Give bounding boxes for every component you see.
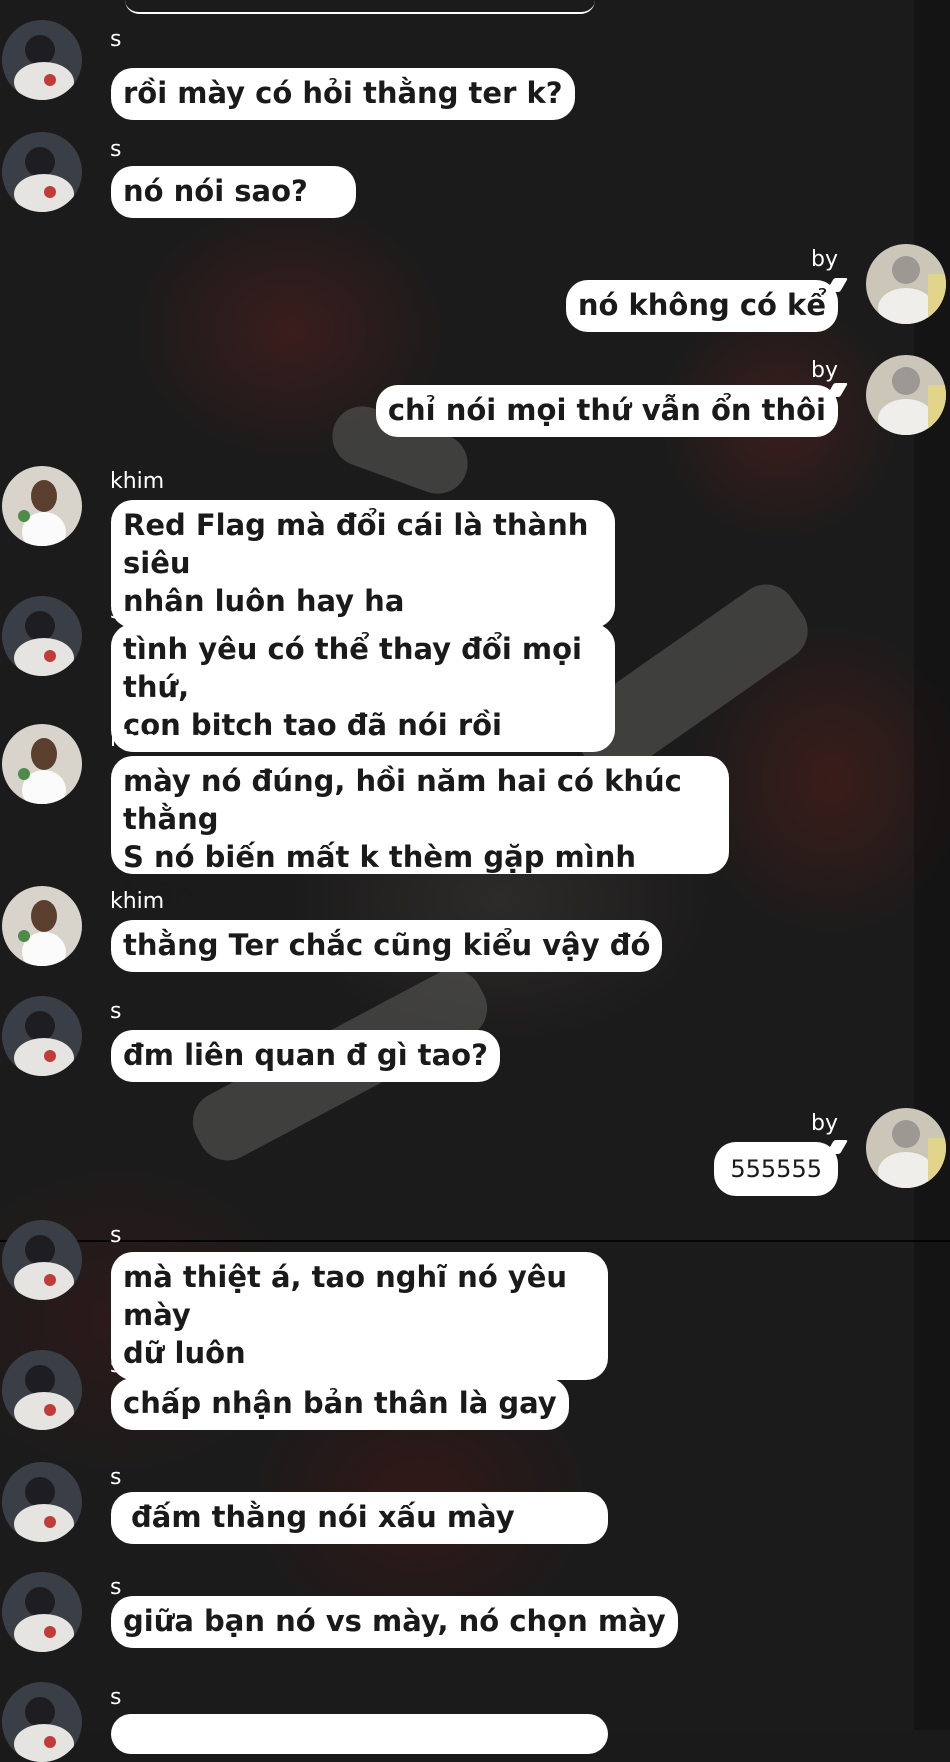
- previous-bubble-edge: [125, 0, 595, 14]
- avatar[interactable]: [2, 132, 82, 212]
- sender-name: s: [110, 137, 122, 162]
- message-text-line: tình yêu có thể thay đổi mọi thứ,: [123, 632, 582, 704]
- message-bubble[interactable]: mày nó đúng, hồi năm hai có khúc thằng S…: [111, 756, 729, 912]
- message-text: giữa bạn nó vs mày, nó chọn mày: [123, 1604, 666, 1638]
- avatar[interactable]: [866, 244, 946, 324]
- avatar[interactable]: [2, 1462, 82, 1542]
- message-text: nó nói sao?: [123, 174, 308, 208]
- avatar[interactable]: [2, 20, 82, 100]
- message-bubble[interactable]: giữa bạn nó vs mày, nó chọn mày: [111, 1596, 678, 1648]
- avatar[interactable]: [2, 1350, 82, 1430]
- avatar[interactable]: [2, 886, 82, 966]
- chat-thread[interactable]: s rồi mày có hỏi thằng ter k? s nó nói s…: [0, 0, 950, 1762]
- message-text-line: nhân luôn hay ha: [123, 584, 405, 618]
- message-bubble[interactable]: nó nói sao?: [111, 166, 356, 218]
- message-bubble[interactable]: chấp nhận bản thân là gay: [111, 1378, 569, 1430]
- message-text-line: mà thiệt á, tao nghĩ nó yêu mày: [123, 1260, 568, 1332]
- message-text: chỉ nói mọi thứ vẫn ổn thôi: [387, 393, 826, 427]
- avatar[interactable]: [2, 724, 82, 804]
- sender-name: s: [110, 1353, 122, 1378]
- message-text: thằng Ter chắc cũng kiểu vậy đó: [123, 928, 651, 962]
- message-text-line: Red Flag mà đổi cái là thành siêu: [123, 508, 589, 580]
- message-bubble[interactable]: đm liên quan đ gì tao?: [111, 1030, 500, 1082]
- message-text: đấm thằng nói xấu mày: [131, 1500, 515, 1534]
- avatar[interactable]: [2, 596, 82, 676]
- sender-name: s: [110, 599, 122, 624]
- message-text-line: con bitch tao đã nói rồi: [123, 708, 502, 742]
- avatar[interactable]: [2, 466, 82, 546]
- sender-name: khim: [110, 889, 165, 914]
- avatar[interactable]: [866, 1108, 946, 1188]
- message-bubble[interactable]: chỉ nói mọi thứ vẫn ổn thôi: [375, 383, 849, 437]
- message-bubble[interactable]: mà thiệt á, tao nghĩ nó yêu mày dữ luôn: [111, 1252, 608, 1380]
- message-text-line: S nó biến mất k thèm gặp mình luôn: [123, 840, 637, 912]
- sender-name: s: [110, 999, 122, 1024]
- message-bubble[interactable]: [111, 1714, 608, 1754]
- message-text: 555555: [730, 1155, 822, 1183]
- message-text: rồi mày có hỏi thằng ter k?: [123, 76, 563, 110]
- sender-name: by: [811, 358, 838, 383]
- message-bubble[interactable]: rồi mày có hỏi thằng ter k?: [111, 68, 575, 120]
- sender-name: s: [110, 1575, 122, 1600]
- sender-name: s: [110, 1223, 122, 1248]
- avatar[interactable]: [866, 355, 946, 435]
- message-text: đm liên quan đ gì tao?: [123, 1038, 488, 1072]
- message-text-line: dữ luôn: [123, 1336, 246, 1370]
- avatar[interactable]: [2, 1682, 82, 1762]
- message-bubble[interactable]: đấm thằng nói xấu mày: [111, 1492, 608, 1544]
- avatar[interactable]: [2, 996, 82, 1076]
- sender-name: s: [110, 1465, 122, 1490]
- message-bubble[interactable]: nó không có kể: [565, 278, 849, 332]
- message-text: nó không có kể: [577, 288, 826, 322]
- sender-name: s: [110, 1685, 122, 1710]
- message-text: chấp nhận bản thân là gay: [123, 1386, 557, 1420]
- message-bubble[interactable]: Red Flag mà đổi cái là thành siêu nhân l…: [111, 500, 615, 628]
- message-text-line: mày nó đúng, hồi năm hai có khúc thằng: [123, 764, 682, 836]
- avatar[interactable]: [2, 1220, 82, 1300]
- sender-name: by: [811, 247, 838, 272]
- message-bubble[interactable]: tình yêu có thể thay đổi mọi thứ, con bi…: [111, 624, 615, 752]
- message-bubble[interactable]: thằng Ter chắc cũng kiểu vậy đó: [111, 920, 663, 972]
- sender-name: khim: [110, 469, 165, 494]
- sender-name: s: [110, 27, 122, 52]
- message-bubble[interactable]: 555555: [714, 1140, 849, 1196]
- sender-name: by: [811, 1111, 838, 1136]
- avatar[interactable]: [2, 1572, 82, 1652]
- sender-name: khim: [110, 727, 165, 752]
